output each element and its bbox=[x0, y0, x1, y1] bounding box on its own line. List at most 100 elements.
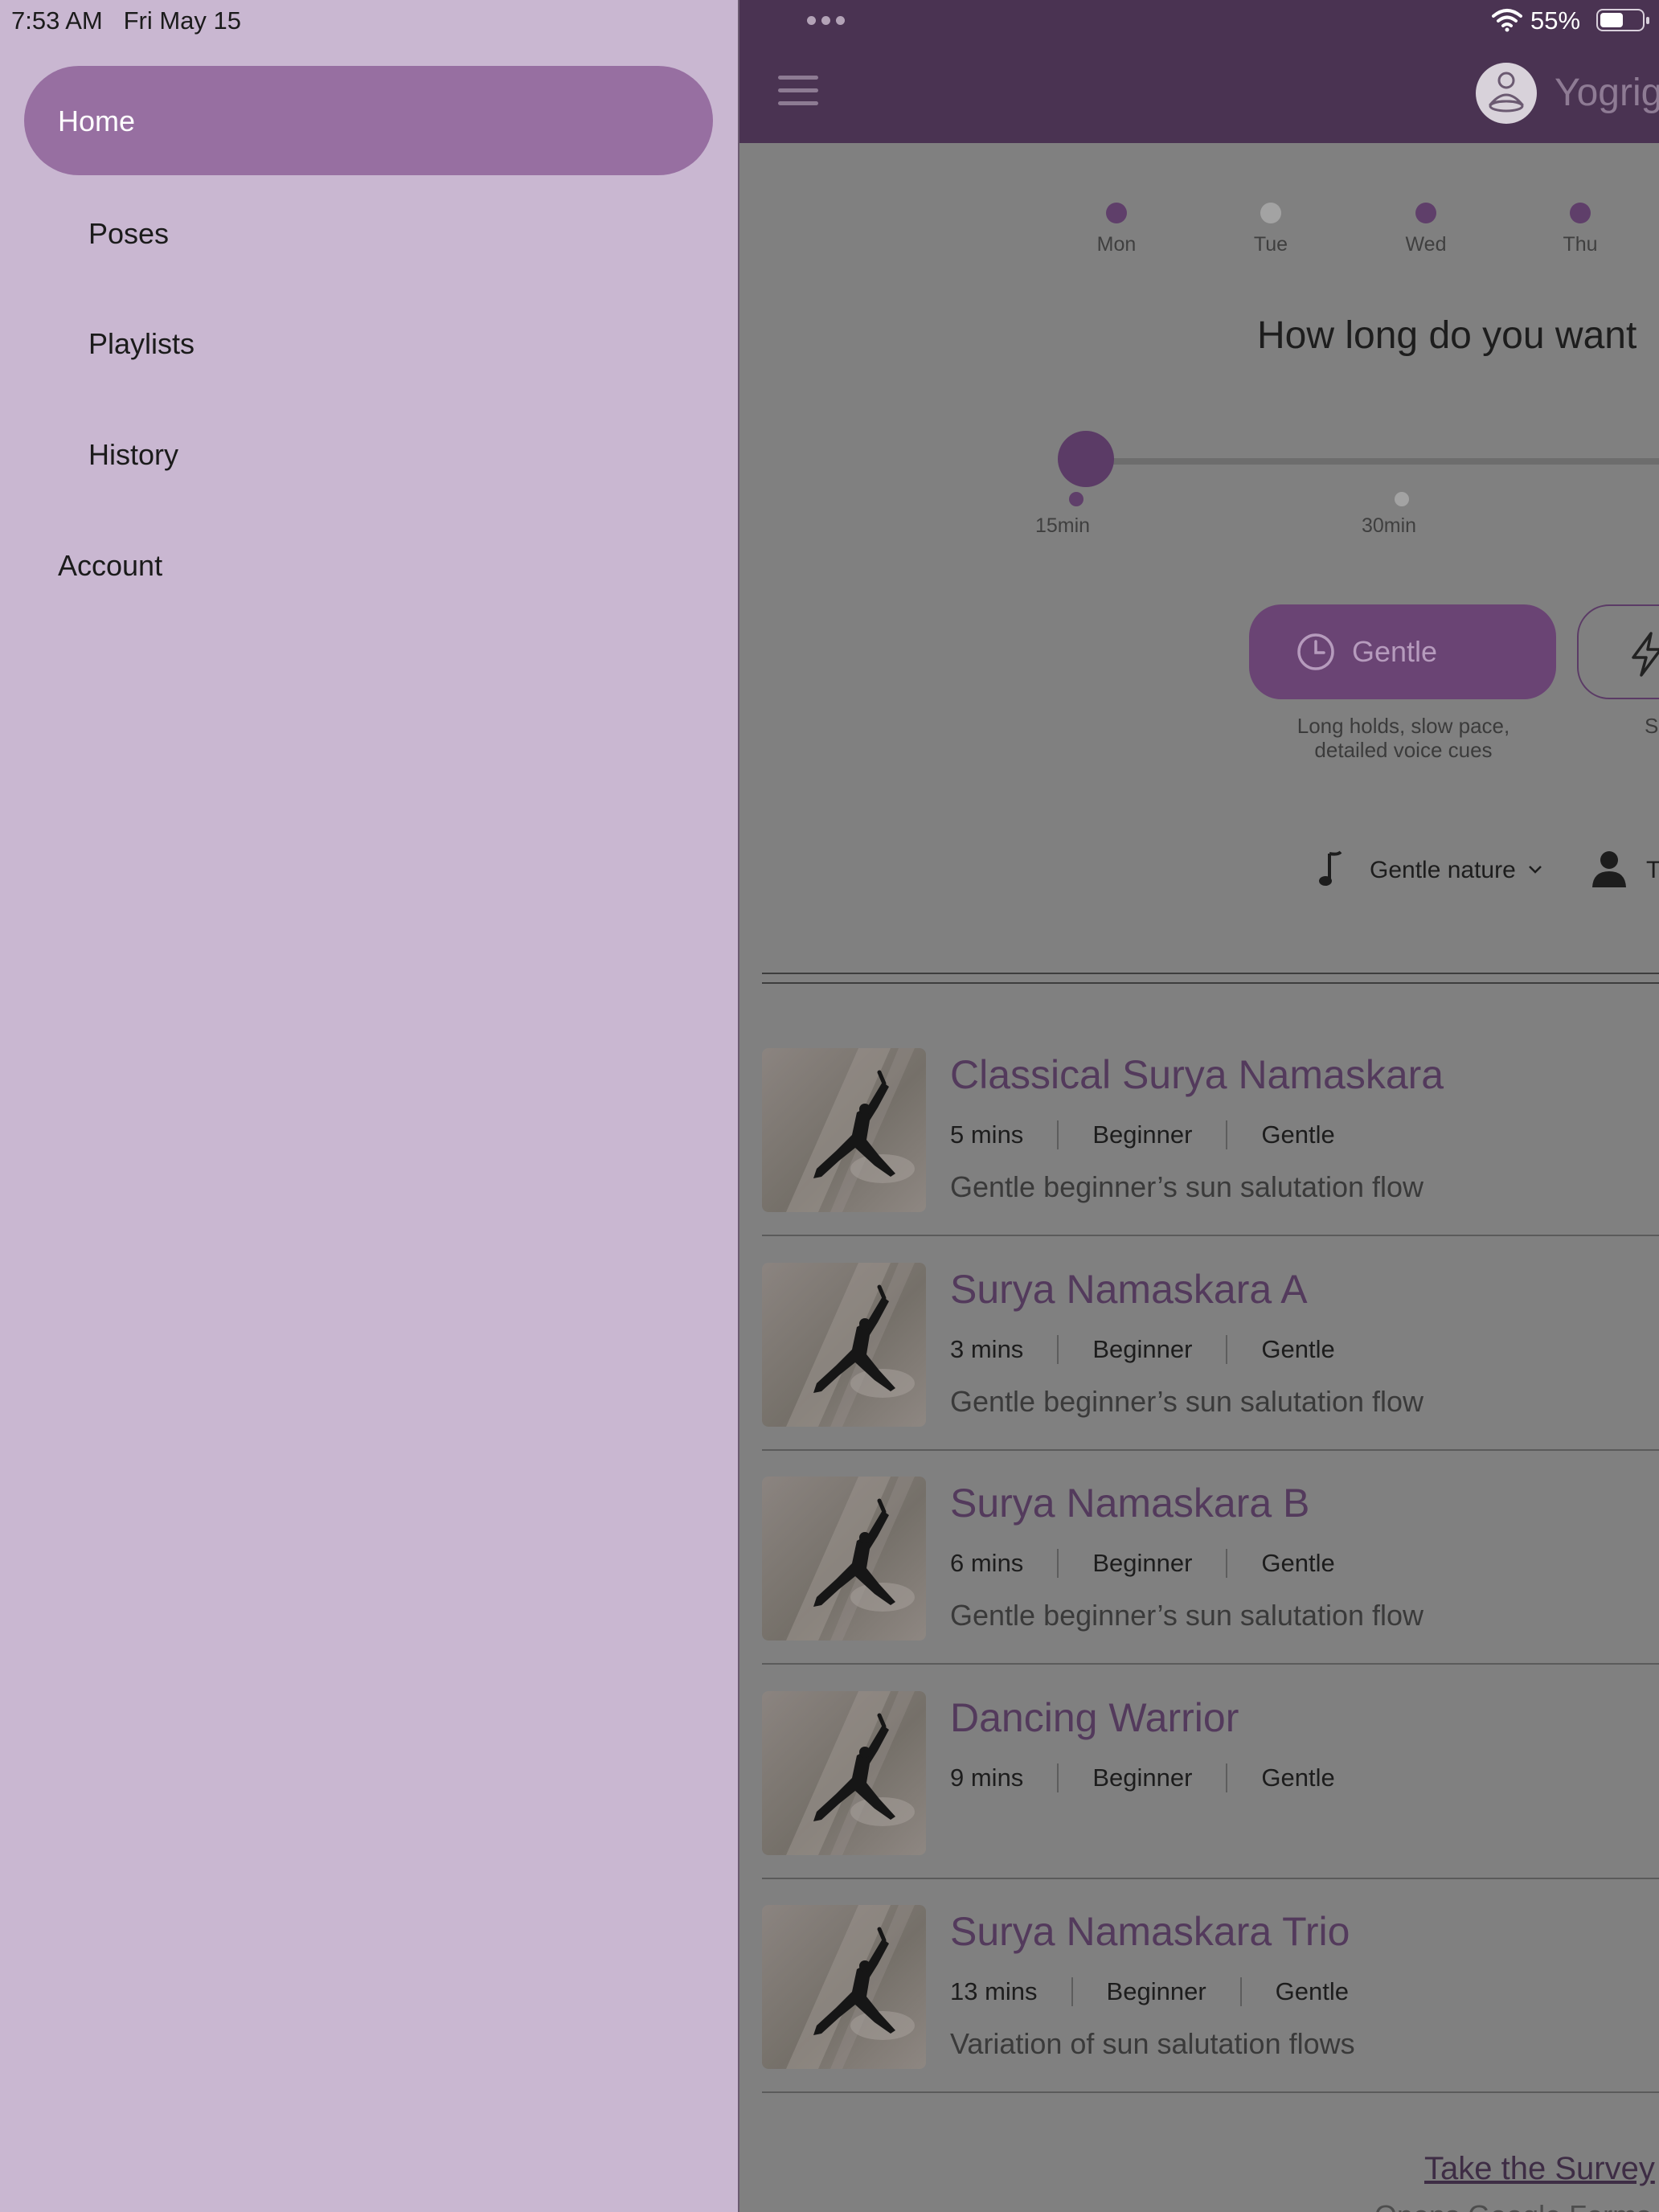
battery-percent: 55% bbox=[1530, 6, 1581, 35]
pace-energetic-button[interactable] bbox=[1577, 604, 1659, 699]
meta-divider bbox=[1071, 1977, 1073, 2006]
music-note-icon bbox=[1319, 850, 1342, 886]
day-label: Mon bbox=[1096, 233, 1137, 256]
playlist-duration: 3 mins bbox=[950, 1335, 1024, 1363]
lightning-icon bbox=[1632, 632, 1659, 677]
playlist-level: Beginner bbox=[1106, 1977, 1206, 2005]
playlist-style: Gentle bbox=[1261, 1120, 1335, 1149]
playlist-card[interactable]: Dancing Warrior 9 mins Beginner Gentle bbox=[762, 1691, 1659, 1905]
person-icon bbox=[1592, 851, 1626, 887]
music-label: Gentle nature bbox=[1370, 857, 1516, 883]
nav-item-poses[interactable]: Poses bbox=[88, 217, 169, 251]
take-survey-link[interactable]: Take the Survey bbox=[1424, 2151, 1655, 2187]
slider-tick-15 bbox=[1069, 492, 1083, 506]
playlist-style: Gentle bbox=[1275, 1977, 1349, 2005]
playlist-duration: 5 mins bbox=[950, 1120, 1024, 1149]
slider-tick-label: 30min bbox=[1362, 514, 1417, 537]
pace-description-secondary: S bbox=[1645, 714, 1659, 738]
playlist-style: Gentle bbox=[1261, 1335, 1335, 1363]
meta-divider bbox=[1239, 1977, 1242, 2006]
playlist-duration: 13 mins bbox=[950, 1977, 1038, 2005]
drawer-edge bbox=[738, 0, 739, 2212]
playlist-title: Surya Namaskara Trio bbox=[950, 1909, 1350, 1954]
meta-divider bbox=[1057, 1549, 1059, 1578]
status-clock: 7:53 AM bbox=[11, 6, 103, 35]
card-divider bbox=[762, 1449, 1659, 1451]
nav-label: Home bbox=[58, 104, 136, 137]
status-bar: 7:53 AM Fri May 15 55% bbox=[0, 0, 1659, 40]
nav-item-account[interactable]: Account bbox=[58, 549, 162, 583]
battery-icon bbox=[1596, 9, 1649, 31]
card-divider bbox=[762, 1878, 1659, 1879]
playlist-card[interactable]: Classical Surya Namaskara 5 mins Beginner G… bbox=[762, 1048, 1659, 1262]
playlist-description: Gentle beginner’s sun salutation flow bbox=[950, 1170, 1424, 1203]
playlist-title: Classical Surya Namaskara bbox=[950, 1052, 1444, 1097]
playlist-level: Beginner bbox=[1092, 1763, 1193, 1792]
playlist-description: Variation of sun salutation flows bbox=[950, 2027, 1355, 2060]
duration-question: How long do you want bbox=[1257, 314, 1637, 357]
nav-item-home[interactable]: Home bbox=[24, 66, 713, 175]
playlist-title: Dancing Warrior bbox=[950, 1695, 1239, 1740]
meta-divider bbox=[1057, 1120, 1059, 1149]
clock-icon bbox=[1297, 633, 1334, 670]
menu-icon[interactable] bbox=[778, 76, 818, 108]
duration-slider-track[interactable] bbox=[1087, 458, 1659, 465]
day-label: Tue bbox=[1253, 233, 1288, 256]
day-label: Wed bbox=[1405, 233, 1447, 256]
pace-description: Long holds, slow pace, detailed voice cu… bbox=[1296, 714, 1510, 762]
meta-divider bbox=[1226, 1120, 1228, 1149]
navigation-drawer: Home Poses Playlists History Account bbox=[0, 0, 739, 2212]
playlist-style: Gentle bbox=[1261, 1549, 1335, 1577]
avatar[interactable] bbox=[1476, 63, 1537, 124]
wifi-icon bbox=[1492, 9, 1522, 32]
playlist-thumbnail bbox=[762, 1477, 926, 1641]
app-brand: Yogrig bbox=[1555, 72, 1659, 114]
playlist-style: Gentle bbox=[1261, 1763, 1335, 1792]
teacher-label: T bbox=[1646, 857, 1659, 883]
pace-gentle-button[interactable]: Gentle bbox=[1249, 604, 1556, 699]
playlist-thumbnail bbox=[762, 1905, 926, 2069]
playlist-level: Beginner bbox=[1092, 1335, 1193, 1363]
playlist-meta: 5 mins Beginner Gentle bbox=[950, 1120, 1335, 1149]
playlist-duration: 6 mins bbox=[950, 1549, 1024, 1577]
playlist-thumbnail bbox=[762, 1263, 926, 1427]
status-date: Fri May 15 bbox=[123, 6, 242, 35]
pace-label: Gentle bbox=[1352, 635, 1438, 668]
playlist-meta: 13 mins Beginner Gentle bbox=[950, 1977, 1349, 2006]
playlist-meta: 9 mins Beginner Gentle bbox=[950, 1763, 1335, 1792]
playlist-description: Gentle beginner’s sun salutation flow bbox=[950, 1599, 1424, 1632]
day-thu[interactable]: Thu bbox=[1532, 203, 1628, 256]
playlist-card[interactable]: Surya Namaskara B 6 mins Beginner Gentle Gen… bbox=[762, 1477, 1659, 1690]
playlist-meta: 3 mins Beginner Gentle bbox=[950, 1335, 1335, 1364]
day-wed[interactable]: Wed bbox=[1378, 203, 1474, 256]
slider-tick-30 bbox=[1395, 492, 1409, 506]
nav-item-history[interactable]: History bbox=[88, 438, 178, 472]
day-mon[interactable]: Mon bbox=[1068, 203, 1165, 256]
playlist-duration: 9 mins bbox=[950, 1763, 1024, 1792]
survey-subtext: Opens Google Forms bbox=[1374, 2199, 1651, 2212]
meta-divider bbox=[1226, 1763, 1228, 1792]
playlist-level: Beginner bbox=[1092, 1549, 1193, 1577]
meta-divider bbox=[1057, 1763, 1059, 1792]
playlist-thumbnail bbox=[762, 1691, 926, 1855]
divider bbox=[762, 973, 1659, 974]
playlist-title: Surya Namaskara A bbox=[950, 1267, 1308, 1312]
nav-item-playlists[interactable]: Playlists bbox=[88, 327, 195, 361]
playlist-description: Gentle beginner’s sun salutation flow bbox=[950, 1385, 1424, 1418]
card-divider bbox=[762, 1663, 1659, 1665]
playlist-level: Beginner bbox=[1092, 1120, 1193, 1149]
playlist-title: Surya Namaskara B bbox=[950, 1481, 1310, 1526]
duration-slider-thumb[interactable] bbox=[1058, 431, 1114, 487]
chevron-down-icon bbox=[1529, 866, 1542, 874]
playlist-card[interactable]: Surya Namaskara A 3 mins Beginner Gentle Gen… bbox=[762, 1263, 1659, 1477]
card-divider bbox=[762, 1235, 1659, 1236]
multitask-dots-icon[interactable] bbox=[807, 14, 850, 29]
playlist-meta: 6 mins Beginner Gentle bbox=[950, 1549, 1335, 1578]
status-time: 7:53 AM Fri May 15 bbox=[11, 6, 241, 35]
playlist-thumbnail bbox=[762, 1048, 926, 1212]
playlist-card[interactable]: Surya Namaskara Trio 13 mins Beginner Gentl… bbox=[762, 1905, 1659, 2119]
meta-divider bbox=[1226, 1335, 1228, 1364]
divider bbox=[762, 982, 1659, 984]
day-tue[interactable]: Tue bbox=[1223, 203, 1319, 256]
slider-tick-label: 15min bbox=[1035, 514, 1091, 537]
